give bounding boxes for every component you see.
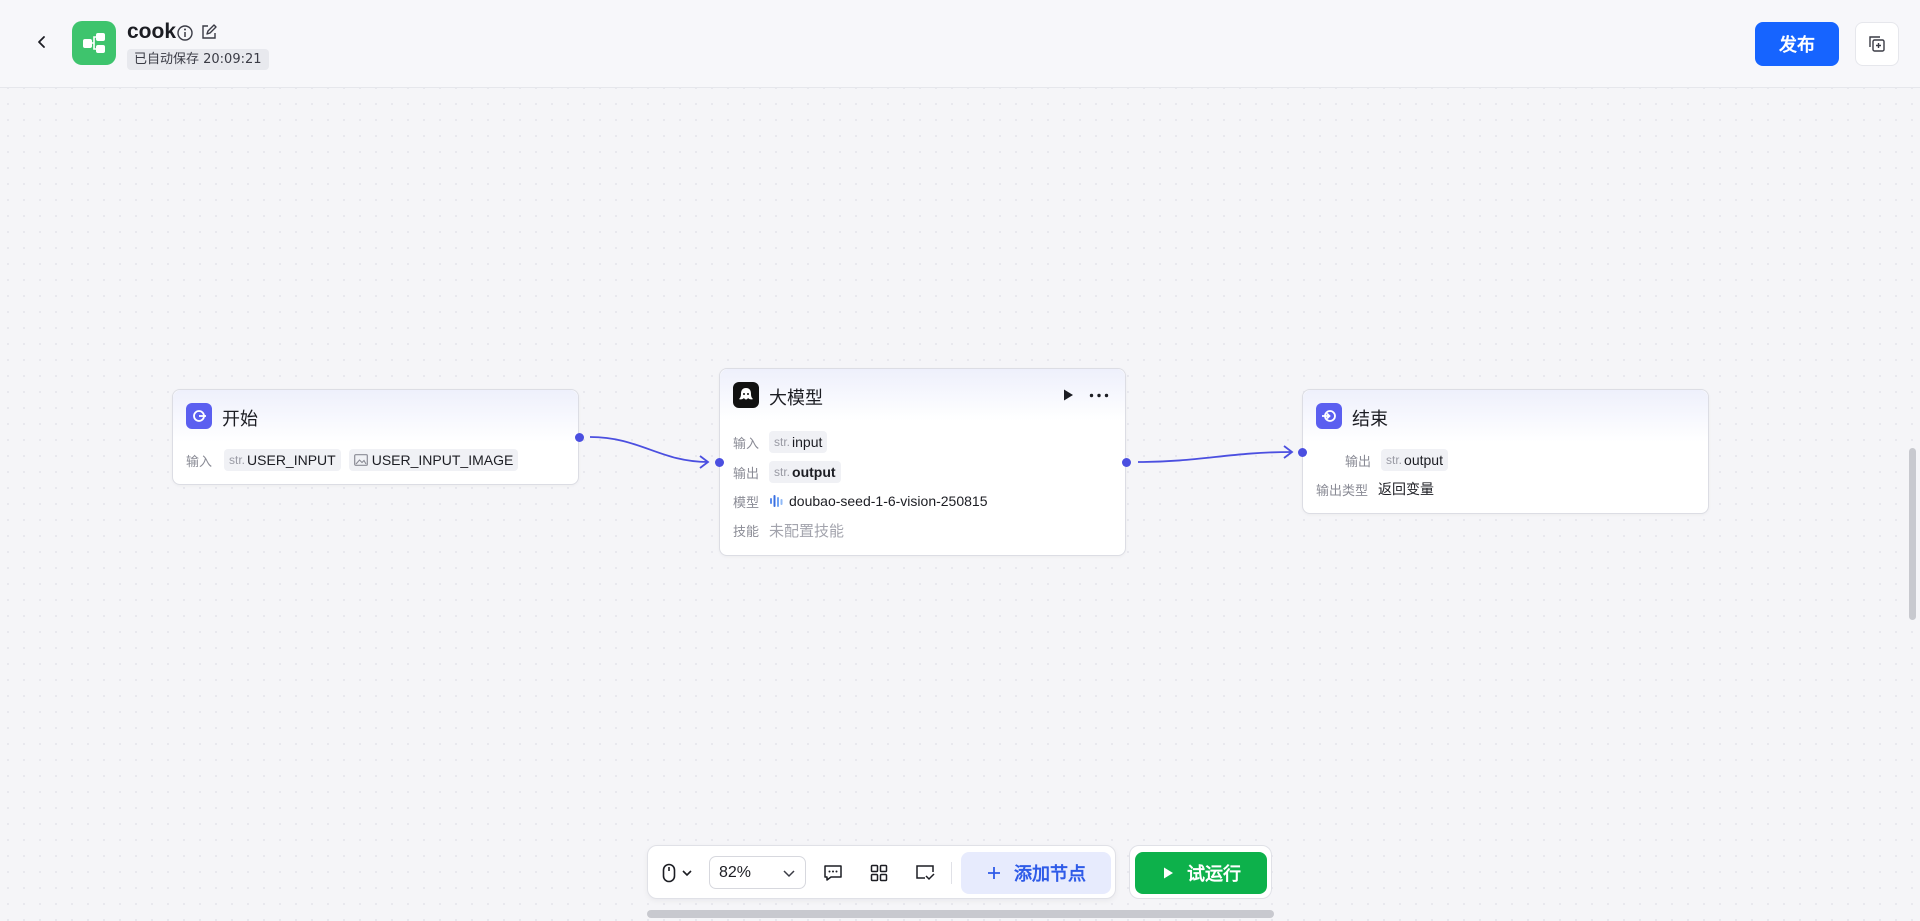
type-tag: str. (774, 465, 791, 479)
comment-icon (824, 865, 842, 881)
llm-model-row: 模型 doubao-seed-1-6-vision-250815 (733, 490, 987, 512)
start-node[interactable]: 开始 输入 str. USER_INPUT USER_INPUT_IMAGE (172, 389, 579, 485)
end-output-type-row: 输出类型 返回变量 (1316, 478, 1434, 500)
output-type-value: 返回变量 (1378, 481, 1435, 497)
zoom-select[interactable]: 82% (709, 856, 806, 889)
llm-node[interactable]: 大模型 输入 str. input 输出 str. output 模型 doub… (719, 368, 1126, 556)
node-header: 结束 (1303, 390, 1708, 442)
start-node-icon (186, 403, 212, 429)
chevron-down-icon (783, 870, 795, 878)
variable-name: output (792, 464, 836, 480)
add-node-button[interactable]: 添加节点 (961, 852, 1111, 894)
minimap-icon (916, 865, 935, 881)
start-output-port[interactable] (575, 433, 584, 442)
end-input-port[interactable] (1298, 448, 1307, 457)
end-node[interactable]: 结束 输出 str. output 输出类型 返回变量 (1302, 389, 1709, 514)
pointer-mode-button[interactable] (660, 860, 694, 886)
toolbar-divider (951, 862, 952, 884)
edge-llm-end (1137, 451, 1293, 463)
chevron-down-icon (681, 870, 692, 877)
input-label: 输入 (733, 436, 760, 452)
type-tag: str. (1386, 453, 1403, 467)
layout-button[interactable] (866, 860, 892, 886)
variable-chip: str. USER_INPUT (224, 449, 341, 471)
node-title: 结束 (1352, 409, 1388, 430)
llm-icon (739, 388, 753, 400)
run-node-icon[interactable] (1061, 388, 1075, 402)
start-icon (193, 410, 206, 422)
node-header: 开始 (173, 390, 578, 442)
end-output-row: 输出 str. output (1345, 449, 1456, 471)
horizontal-scrollbar[interactable] (647, 910, 1274, 918)
type-tag: str. (229, 453, 246, 467)
llm-output-port[interactable] (1122, 458, 1131, 467)
variable-name: USER_INPUT_IMAGE (371, 452, 514, 468)
type-tag: str. (774, 435, 791, 449)
input-label: 输入 (186, 454, 213, 470)
llm-input-row: 输入 str. input (733, 431, 835, 453)
start-input-row: 输入 str. USER_INPUT USER_INPUT_IMAGE (186, 449, 526, 471)
run-container: 试运行 (1129, 845, 1272, 899)
node-title: 开始 (222, 409, 258, 430)
comment-button[interactable] (820, 860, 846, 886)
mouse-icon (662, 863, 675, 883)
output-label: 输出 (1345, 454, 1372, 470)
node-header: 大模型 (720, 369, 1125, 421)
llm-output-row: 输出 str. output (733, 461, 849, 483)
model-name: doubao-seed-1-6-vision-250815 (789, 493, 988, 509)
skill-value: 未配置技能 (769, 521, 845, 540)
minimap-button[interactable] (912, 860, 938, 886)
vertical-scrollbar[interactable] (1909, 448, 1916, 620)
end-node-icon (1316, 403, 1342, 429)
model-label: 模型 (733, 495, 760, 511)
variable-chip: str. input (769, 431, 828, 453)
zoom-value: 82% (719, 863, 752, 881)
canvas-toolbar: 82% 添加节点 (647, 845, 1116, 899)
llm-input-port[interactable] (715, 458, 724, 467)
more-icon[interactable] (1089, 393, 1109, 398)
plus-icon (988, 867, 1000, 879)
test-run-button[interactable]: 试运行 (1135, 852, 1267, 894)
image-icon (353, 454, 368, 466)
test-run-label: 试运行 (1187, 864, 1241, 885)
llm-skill-row: 技能 未配置技能 (733, 519, 844, 541)
end-icon (1322, 410, 1336, 422)
variable-chip: str. output (769, 461, 841, 483)
play-icon (1164, 867, 1173, 879)
variable-name: USER_INPUT (247, 452, 336, 468)
llm-node-icon (733, 382, 759, 408)
add-node-label: 添加节点 (1014, 864, 1086, 885)
variable-name: output (1404, 452, 1443, 468)
skill-label: 技能 (733, 524, 760, 540)
output-type-label: 输出类型 (1316, 483, 1369, 499)
edge-start-llm (589, 436, 709, 463)
node-title: 大模型 (769, 388, 823, 409)
output-label: 输出 (733, 466, 760, 482)
variable-chip: str. output (1381, 449, 1448, 471)
doubao-model-icon (770, 495, 783, 507)
variable-name: input (792, 434, 823, 450)
grid-layout-icon (870, 864, 888, 882)
variable-chip: USER_INPUT_IMAGE (348, 449, 519, 471)
